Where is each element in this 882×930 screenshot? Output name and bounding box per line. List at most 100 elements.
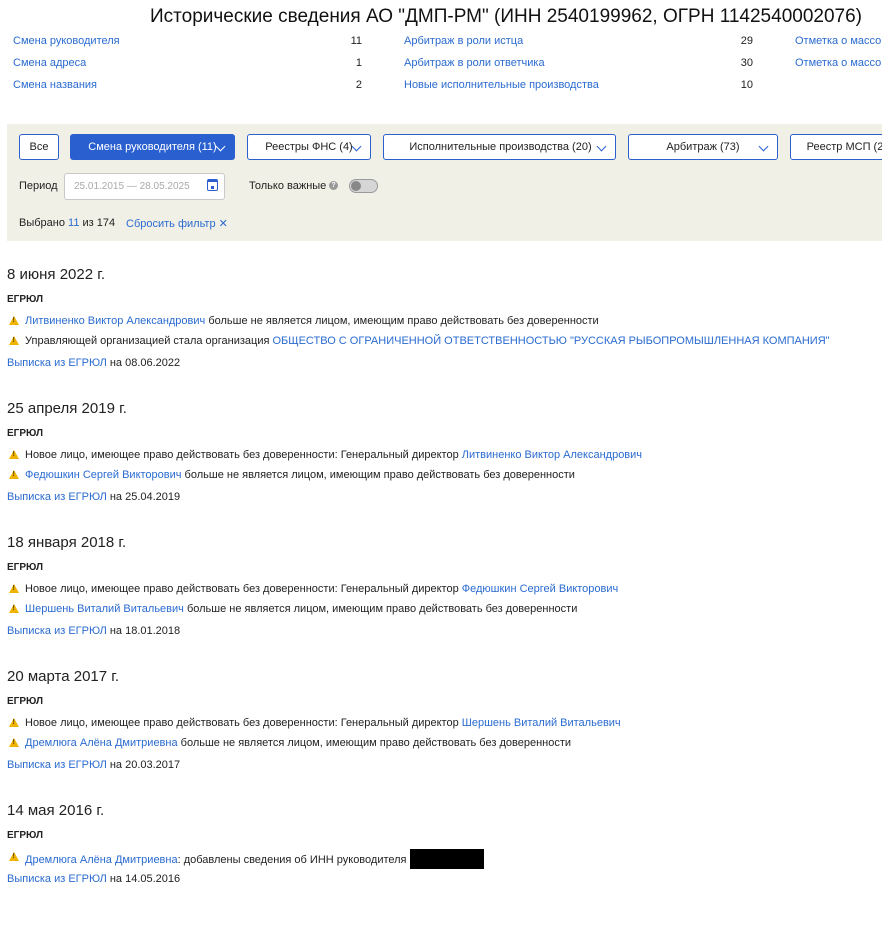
- filter-msp-dropdown[interactable]: Реестр МСП (2: [790, 134, 882, 160]
- entity-link[interactable]: Литвиненко Виктор Александрович: [462, 449, 642, 461]
- close-icon: ✕: [218, 218, 228, 230]
- filter-label: Реестры ФНС (4): [265, 141, 353, 153]
- event-group: 18 января 2018 г. ЕГРЮЛ Новое лицо, имею…: [7, 528, 882, 662]
- event-item: Новое лицо, имеющее право действовать бе…: [7, 715, 882, 735]
- stat-link-arbitration-plaintiff[interactable]: Арбитраж в роли истца: [404, 33, 523, 49]
- help-icon[interactable]: ?: [329, 181, 338, 190]
- event-group: 20 марта 2017 г. ЕГРЮЛ Новое лицо, имеющ…: [7, 662, 882, 796]
- calendar-icon[interactable]: [207, 179, 218, 191]
- warning-icon: [9, 470, 19, 479]
- stat-link-change-address[interactable]: Смена адреса: [13, 55, 86, 71]
- event-item: Дремлюга Алёна Дмитриевна больше не явля…: [7, 735, 882, 755]
- entity-link[interactable]: ОБЩЕСТВО С ОГРАНИЧЕННОЙ ОТВЕТСТВЕННОСТЬЮ…: [273, 335, 830, 347]
- page-title: Исторические сведения АО "ДМП-РМ" (ИНН 2…: [150, 6, 862, 27]
- event-items: Новое лицо, имеющее право действовать бе…: [7, 581, 882, 621]
- entity-link[interactable]: Шершень Виталий Витальевич: [25, 603, 184, 615]
- period-date-input[interactable]: 25.01.2015 — 28.05.2025: [64, 173, 225, 200]
- entity-link[interactable]: Шершень Виталий Витальевич: [462, 717, 621, 729]
- egrul-extract-link[interactable]: Выписка из ЕГРЮЛ: [7, 625, 107, 637]
- warning-icon: [9, 718, 19, 727]
- event-date: 14 мая 2016 г.: [7, 802, 105, 819]
- event-date: 25 апреля 2019 г.: [7, 400, 127, 417]
- chevron-down-icon: [758, 141, 769, 152]
- period-placeholder: 25.01.2015 — 28.05.2025: [74, 181, 190, 192]
- filter-fns-dropdown[interactable]: Реестры ФНС (4): [247, 134, 371, 160]
- event-item: Новое лицо, имеющее право действовать бе…: [7, 447, 882, 467]
- event-item: Федюшкин Сергей Викторович больше не явл…: [7, 467, 882, 487]
- selection-prefix: Выбрано: [19, 217, 65, 229]
- stat-count: 11: [350, 35, 362, 47]
- event-text: Новое лицо, имеющее право действовать бе…: [25, 717, 462, 729]
- event-text: : добавлены сведения об ИНН руководителя: [177, 854, 407, 866]
- event-date: 8 июня 2022 г.: [7, 266, 106, 283]
- event-text: Новое лицо, имеющее право действовать бе…: [25, 583, 462, 595]
- stat-row: Отметка о массов: [795, 33, 882, 55]
- warning-icon: [9, 584, 19, 593]
- entity-link[interactable]: Дремлюга Алёна Дмитриевна: [25, 737, 178, 749]
- chevron-down-icon: [596, 141, 607, 152]
- event-item: Литвиненко Виктор Александрович больше н…: [7, 313, 882, 333]
- chevron-down-icon: [215, 141, 226, 152]
- event-source: ЕГРЮЛ: [7, 696, 43, 707]
- stat-link-arbitration-defendant[interactable]: Арбитраж в роли ответчика: [404, 55, 545, 71]
- egrul-extract-link[interactable]: Выписка из ЕГРЮЛ: [7, 759, 107, 771]
- stat-row: Новые исполнительные производства 10: [404, 77, 753, 99]
- stats-summary: Смена руководителя 11 Смена адреса 1 Сме…: [0, 33, 882, 99]
- egrul-extract-link[interactable]: Выписка из ЕГРЮЛ: [7, 873, 107, 885]
- reset-filter-link[interactable]: Сбросить фильтр ✕: [126, 217, 228, 230]
- selection-total: из 174: [82, 217, 116, 229]
- event-source: ЕГРЮЛ: [7, 294, 43, 305]
- egrul-extract-link[interactable]: Выписка из ЕГРЮЛ: [7, 357, 107, 369]
- event-source: ЕГРЮЛ: [7, 562, 43, 573]
- extract-row: Выписка из ЕГРЮЛ на 18.01.2018: [7, 623, 882, 643]
- event-text: больше не является лицом, имеющим право …: [205, 315, 599, 327]
- extract-date: на 25.04.2019: [106, 491, 181, 503]
- filter-label: Реестр МСП (2: [806, 141, 882, 153]
- filter-label: Исполнительные производства (20): [409, 141, 592, 153]
- important-only-toggle[interactable]: [349, 179, 378, 193]
- filter-all-button[interactable]: Все: [19, 134, 59, 160]
- extract-date: на 18.01.2018: [106, 625, 181, 637]
- stat-row: Отметка о массов: [795, 55, 882, 77]
- stat-count: 30: [740, 57, 753, 69]
- entity-link[interactable]: Федюшкин Сергей Викторович: [462, 583, 619, 595]
- event-items: Новое лицо, имеющее право действовать бе…: [7, 447, 882, 487]
- event-text: больше не является лицом, имеющим право …: [183, 603, 578, 615]
- egrul-extract-link[interactable]: Выписка из ЕГРЮЛ: [7, 491, 107, 503]
- stats-column-2: Арбитраж в роли истца 29 Арбитраж в роли…: [404, 33, 753, 99]
- filter-arbitration-dropdown[interactable]: Арбитраж (73): [628, 134, 778, 160]
- event-group: 8 июня 2022 г. ЕГРЮЛ Литвиненко Виктор А…: [7, 260, 882, 394]
- extract-row: Выписка из ЕГРЮЛ на 08.06.2022: [7, 355, 882, 375]
- important-only-label: Только важные: [249, 180, 327, 192]
- event-source: ЕГРЮЛ: [7, 830, 43, 841]
- stat-link-mass-mark[interactable]: Отметка о массов: [795, 55, 882, 71]
- period-label: Период: [19, 180, 58, 192]
- warning-icon: [9, 450, 19, 459]
- filter-panel: Все Смена руководителя (11) Реестры ФНС …: [7, 124, 882, 241]
- stats-column-3: Отметка о массов Отметка о массов: [795, 33, 882, 77]
- filter-enforcement-dropdown[interactable]: Исполнительные производства (20): [383, 134, 616, 160]
- event-item: Управляющей организацией стала организац…: [7, 333, 882, 353]
- warning-icon: [9, 336, 19, 345]
- stat-row: Арбитраж в роли ответчика 30: [404, 55, 753, 77]
- event-items: Дремлюга Алёна Дмитриевна: добавлены све…: [7, 849, 882, 869]
- filter-change-head-dropdown[interactable]: Смена руководителя (11): [70, 134, 235, 160]
- chevron-down-icon: [351, 141, 362, 152]
- stat-link-mass-mark[interactable]: Отметка о массов: [795, 33, 882, 49]
- filter-label: Арбитраж (73): [666, 141, 740, 153]
- event-text: Управляющей организацией стала организац…: [25, 335, 273, 347]
- entity-link[interactable]: Федюшкин Сергей Викторович: [25, 469, 182, 481]
- stats-column-1: Смена руководителя 11 Смена адреса 1 Сме…: [13, 33, 362, 99]
- entity-link[interactable]: Дремлюга Алёна Дмитриевна: [25, 854, 178, 866]
- event-group: 25 апреля 2019 г. ЕГРЮЛ Новое лицо, имею…: [7, 394, 882, 528]
- selection-count: 11: [68, 217, 80, 229]
- stat-link-change-head[interactable]: Смена руководителя: [13, 33, 120, 49]
- stat-link-enforcement[interactable]: Новые исполнительные производства: [404, 77, 599, 93]
- event-text: Новое лицо, имеющее право действовать бе…: [25, 449, 462, 461]
- stat-link-change-name[interactable]: Смена названия: [13, 77, 97, 93]
- selection-summary: Выбрано 11 из 174: [19, 217, 115, 229]
- stat-count: 1: [355, 57, 362, 69]
- warning-icon: [9, 604, 19, 613]
- extract-date: на 08.06.2022: [106, 357, 181, 369]
- entity-link[interactable]: Литвиненко Виктор Александрович: [25, 315, 205, 327]
